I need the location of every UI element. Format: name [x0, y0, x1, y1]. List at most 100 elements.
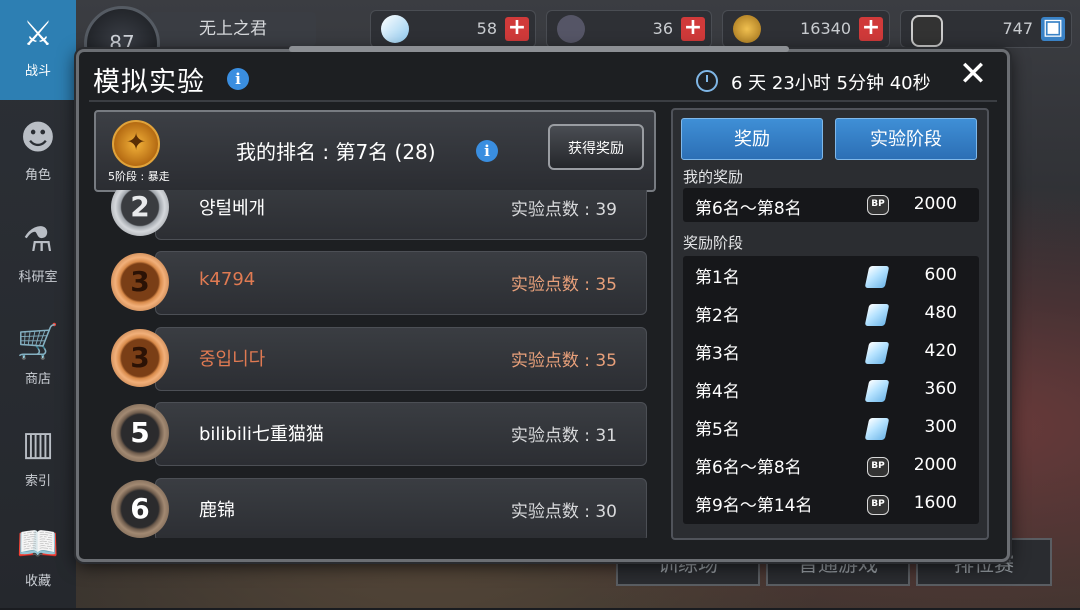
- my-rank-text: 我的排名 : 第7名 (28): [236, 140, 436, 164]
- reward-value: 2000: [913, 194, 957, 214]
- resource-value: 16340: [800, 19, 851, 38]
- diamond-icon: [864, 342, 890, 364]
- add-diamond-button[interactable]: +: [505, 17, 529, 41]
- crossed-swords-icon: ⚔: [22, 14, 54, 54]
- player-score: 实验点数 : 30: [510, 502, 617, 522]
- cart-icon: 🛒: [16, 322, 60, 362]
- resource-bp: 747 ▣: [900, 10, 1072, 48]
- ticket-icon: [557, 15, 585, 43]
- nav-label: 角色: [24, 168, 51, 183]
- reward-rank: 第1名: [695, 268, 740, 288]
- stage-medal-icon: [112, 120, 160, 168]
- open-book-icon: 📖: [16, 524, 60, 564]
- diamond-icon: [864, 304, 890, 326]
- countdown-timer: 6 天 23小时 5分钟 40秒: [731, 73, 931, 94]
- player-score: 实验点数 : 39: [510, 200, 617, 220]
- player-name: bilibili七重猫猫: [199, 424, 324, 445]
- reward-value: 360: [924, 379, 957, 399]
- nav-item-collection[interactable]: 📖 收藏: [0, 510, 76, 610]
- bp-icon: [911, 15, 943, 47]
- resource-value: 36: [652, 19, 673, 38]
- leaderboard-row[interactable]: 2 양털베개 实验点数 : 39: [99, 190, 647, 240]
- player-name: 鹿锦: [199, 500, 235, 521]
- my-reward-label: 我的奖励: [683, 168, 744, 186]
- leaderboard-row[interactable]: 5 bilibili七重猫猫 实验点数 : 31: [99, 402, 647, 466]
- player-name: 중입니다: [199, 349, 266, 370]
- left-nav: ⚔ 战斗 ☻ 角色 ⚗ 科研室 🛒 商店 ▥ 索引 📖 收藏: [0, 0, 76, 608]
- diamond-icon: [381, 15, 409, 43]
- divider: [89, 100, 997, 102]
- info-icon[interactable]: i: [227, 68, 249, 90]
- nav-item-shop[interactable]: 🛒 商店: [0, 308, 76, 408]
- tab-experiment-stages[interactable]: 实验阶段: [835, 118, 977, 160]
- claim-reward-button[interactable]: 获得奖励: [548, 124, 644, 170]
- leaderboard-row[interactable]: 3 k4794 实验点数 : 35: [99, 251, 647, 315]
- diamond-icon: [864, 380, 890, 402]
- player-name: k4794: [199, 269, 256, 290]
- reward-value: 600: [924, 265, 957, 285]
- tab-rewards[interactable]: 奖励: [681, 118, 823, 160]
- nav-item-index[interactable]: ▥ 索引: [0, 410, 76, 510]
- reward-panel: 奖励 实验阶段 我的奖励 第6名～第8名 BP 2000 奖励阶段 第1名 60…: [671, 108, 989, 540]
- player-score: 实验点数 : 35: [510, 275, 617, 295]
- reward-row: 第1名 600: [683, 258, 979, 296]
- reward-rank: 第4名: [695, 382, 740, 402]
- leaderboard-row[interactable]: 6 鹿锦 实验点数 : 30: [99, 478, 647, 538]
- reward-value: 300: [924, 417, 957, 437]
- add-ticket-button[interactable]: +: [681, 17, 705, 41]
- nav-label: 战斗: [24, 64, 51, 79]
- reward-stage-label: 奖励阶段: [683, 234, 744, 252]
- rank-badge: 3: [111, 253, 169, 311]
- nav-item-character[interactable]: ☻ 角色: [0, 104, 76, 204]
- nav-item-battle[interactable]: ⚔ 战斗: [0, 0, 76, 100]
- reward-row: 第9名～第14名 BP 1600: [683, 486, 979, 524]
- diamond-icon: [864, 266, 890, 288]
- rank-badge: 6: [111, 480, 169, 538]
- player-score: 实验点数 : 31: [510, 426, 617, 446]
- dialog-top-handle: [289, 46, 789, 52]
- coin-icon: [733, 15, 761, 43]
- resource-coin: 16340 +: [722, 10, 890, 48]
- reward-stage-list[interactable]: 第1名 600 第2名 480 第3名 420 第4名 360 第5名 300 …: [683, 256, 979, 524]
- add-coin-button[interactable]: +: [859, 17, 883, 41]
- character-icon: ☻: [20, 118, 56, 158]
- nav-label: 商店: [24, 372, 51, 387]
- reward-rank: 第3名: [695, 344, 740, 364]
- nav-label: 科研室: [18, 270, 58, 285]
- reward-rank: 第6名～第8名: [695, 199, 802, 219]
- reward-value: 1600: [913, 493, 957, 513]
- bp-icon: BP: [867, 495, 889, 515]
- reward-rank: 第9名～第14名: [695, 496, 813, 516]
- reward-row: 第3名 420: [683, 334, 979, 372]
- reward-row: 第6名～第8名 BP 2000: [683, 448, 979, 486]
- add-bp-button[interactable]: ▣: [1041, 17, 1065, 41]
- flask-icon: ⚗: [22, 220, 54, 260]
- rank-badge: 5: [111, 404, 169, 462]
- nav-label: 收藏: [24, 574, 51, 589]
- resource-diamond: 58 +: [370, 10, 536, 48]
- resource-ticket: 36 +: [546, 10, 712, 48]
- stage-label: 5阶段 : 暴走: [108, 170, 170, 183]
- rank-badge: 3: [111, 329, 169, 387]
- reward-value: 420: [924, 341, 957, 361]
- my-reward-row: 第6名～第8名 BP 2000: [683, 188, 979, 222]
- close-button[interactable]: ✕: [955, 56, 991, 92]
- leaderboard-row[interactable]: 3 중입니다 实验点数 : 35: [99, 327, 647, 391]
- rank-info-icon[interactable]: i: [476, 140, 498, 162]
- dialog-title: 模拟实验: [93, 67, 205, 98]
- reward-value: 2000: [913, 455, 957, 475]
- reward-rank: 第6名～第8名: [695, 458, 802, 478]
- bp-icon: BP: [867, 457, 889, 477]
- reward-rank: 第2名: [695, 306, 740, 326]
- resource-value: 58: [476, 19, 497, 38]
- nav-item-lab[interactable]: ⚗ 科研室: [0, 206, 76, 306]
- my-rank-panel: 5阶段 : 暴走 我的排名 : 第7名 (28) i 获得奖励: [94, 110, 656, 192]
- reward-rank: 第5名: [695, 420, 740, 440]
- leaderboard-list[interactable]: 2 양털베개 实验点数 : 39 3 k4794 实验点数 : 35 3 중입니…: [99, 190, 649, 538]
- reward-row: 第5名 300: [683, 410, 979, 448]
- player-name: 无上之君: [150, 12, 316, 46]
- nav-label: 索引: [24, 474, 51, 489]
- books-icon: ▥: [21, 424, 55, 464]
- reward-row: 第4名 360: [683, 372, 979, 410]
- reward-row: 第2名 480: [683, 296, 979, 334]
